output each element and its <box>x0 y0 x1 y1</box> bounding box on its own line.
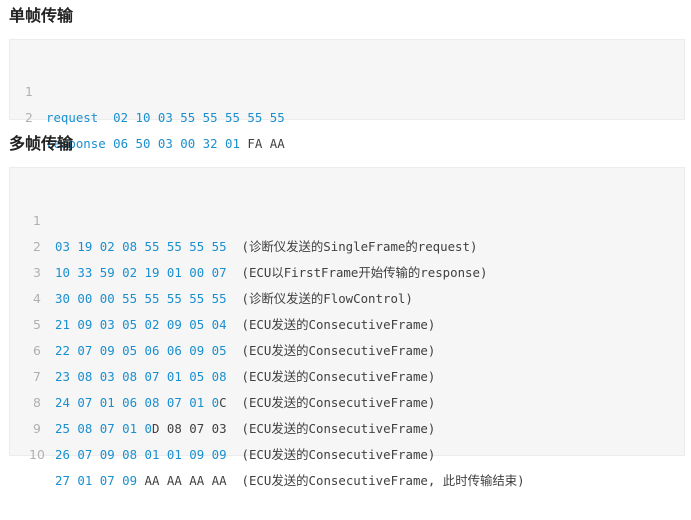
code-blue-segment: 03 19 02 08 55 55 55 55 <box>55 239 227 254</box>
code-blue-segment: 23 08 03 08 07 01 05 08 <box>55 369 227 384</box>
code-text: 24 07 01 06 08 07 01 0C (ECU发送的Consecuti… <box>55 390 435 416</box>
code-line: 1 request 02 10 03 55 55 55 55 55 <box>10 53 285 125</box>
code-comment: (诊断仪发送的FlowControl) <box>226 291 413 306</box>
code-line: 3 30 00 00 55 55 55 55 55 (诊断仪发送的FlowCon… <box>10 234 413 306</box>
code-blue-segment: 30 00 00 55 55 55 55 55 <box>55 291 227 306</box>
code-line: 1 03 19 02 08 55 55 55 55 (诊断仪发送的SingleF… <box>10 182 477 254</box>
code-comment: (ECU发送的ConsecutiveFrame) <box>226 369 436 384</box>
code-text: 21 09 03 05 02 09 05 04 (ECU发送的Consecuti… <box>55 312 435 338</box>
code-line: 4 21 09 03 05 02 09 05 04 (ECU发送的Consecu… <box>10 260 435 332</box>
code-comment: (ECU发送的ConsecutiveFrame) <box>226 421 436 436</box>
code-line: 7 24 07 01 06 08 07 01 0C (ECU发送的Consecu… <box>10 338 435 410</box>
code-line: 2 response 06 50 03 00 32 01 FA AA <box>10 79 285 151</box>
code-text: 26 07 09 08 01 01 09 09 (ECU发送的Consecuti… <box>55 442 435 468</box>
code-comment: (ECU发送的ConsecutiveFrame) <box>226 317 436 332</box>
code-blue-segment: 21 09 03 05 02 09 05 04 <box>55 317 227 332</box>
code-plain-segment: AA AA AA AA <box>137 473 227 488</box>
code-line: 2 10 33 59 02 19 01 00 07 (ECU以FirstFram… <box>10 208 487 280</box>
section-title-multi-frame: 多帧传输 <box>9 134 74 153</box>
code-text: request 02 10 03 55 55 55 55 55 <box>46 105 285 131</box>
code-block-multi-frame: 1 03 19 02 08 55 55 55 55 (诊断仪发送的SingleF… <box>9 167 685 488</box>
code-plain-segment: FA AA <box>239 136 285 151</box>
code-blue-segment: response 06 50 03 00 32 01 <box>46 136 240 151</box>
code-text: response 06 50 03 00 32 01 FA AA <box>46 131 285 157</box>
code-plain-segment: C <box>219 395 227 410</box>
code-text: 23 08 03 08 07 01 05 08 (ECU发送的Consecuti… <box>55 364 435 390</box>
code-line: 8 25 08 07 01 0D 08 07 03 (ECU发送的Consecu… <box>10 364 435 436</box>
code-line: 9 26 07 09 08 01 01 09 09 (ECU发送的Consecu… <box>10 390 435 462</box>
code-comment: (ECU发送的ConsecutiveFrame, 此时传输结束) <box>226 473 525 488</box>
line-number: 2 <box>25 110 33 125</box>
code-blue-segment: 24 07 01 06 08 07 01 0 <box>55 395 220 410</box>
code-text: 27 01 07 09 AA AA AA AA (ECU发送的Consecuti… <box>55 468 525 494</box>
line-number: 10 <box>29 447 45 462</box>
code-line: 10 27 01 07 09 AA AA AA AA (ECU发送的Consec… <box>10 416 525 488</box>
code-plain-segment: D 08 07 03 <box>151 421 227 436</box>
code-comment: (ECU发送的ConsecutiveFrame) <box>226 395 436 410</box>
code-blue-segment: 25 08 07 01 0 <box>55 421 152 436</box>
code-blue-segment: request 02 10 03 55 55 55 55 55 <box>46 110 285 125</box>
code-line: 5 22 07 09 05 06 06 09 05 (ECU发送的Consecu… <box>10 286 435 358</box>
code-text: 03 19 02 08 55 55 55 55 (诊断仪发送的SingleFra… <box>55 234 477 260</box>
code-text: 30 00 00 55 55 55 55 55 (诊断仪发送的FlowContr… <box>55 286 413 312</box>
code-text: 10 33 59 02 19 01 00 07 (ECU以FirstFrame开… <box>55 260 487 286</box>
code-blue-segment: 10 33 59 02 19 01 00 07 <box>55 265 227 280</box>
code-text: 25 08 07 01 0D 08 07 03 (ECU发送的Consecuti… <box>55 416 435 442</box>
code-text: 22 07 09 05 06 06 09 05 (ECU发送的Consecuti… <box>55 338 435 364</box>
code-blue-segment: 22 07 09 05 06 06 09 05 <box>55 343 227 358</box>
code-blue-segment: 27 01 07 09 <box>55 473 138 488</box>
section-title-single-frame: 单帧传输 <box>9 6 74 25</box>
code-comment: (ECU以FirstFrame开始传输的response) <box>226 265 488 280</box>
code-comment: (诊断仪发送的SingleFrame的request) <box>226 239 478 254</box>
code-block-single-frame: 1 request 02 10 03 55 55 55 55 55 2 resp… <box>9 39 685 151</box>
code-comment: (ECU发送的ConsecutiveFrame) <box>226 447 436 462</box>
code-comment: (ECU发送的ConsecutiveFrame) <box>226 343 436 358</box>
code-line: 6 23 08 03 08 07 01 05 08 (ECU发送的Consecu… <box>10 312 435 384</box>
code-blue-segment: 26 07 09 08 01 01 09 09 <box>55 447 227 462</box>
